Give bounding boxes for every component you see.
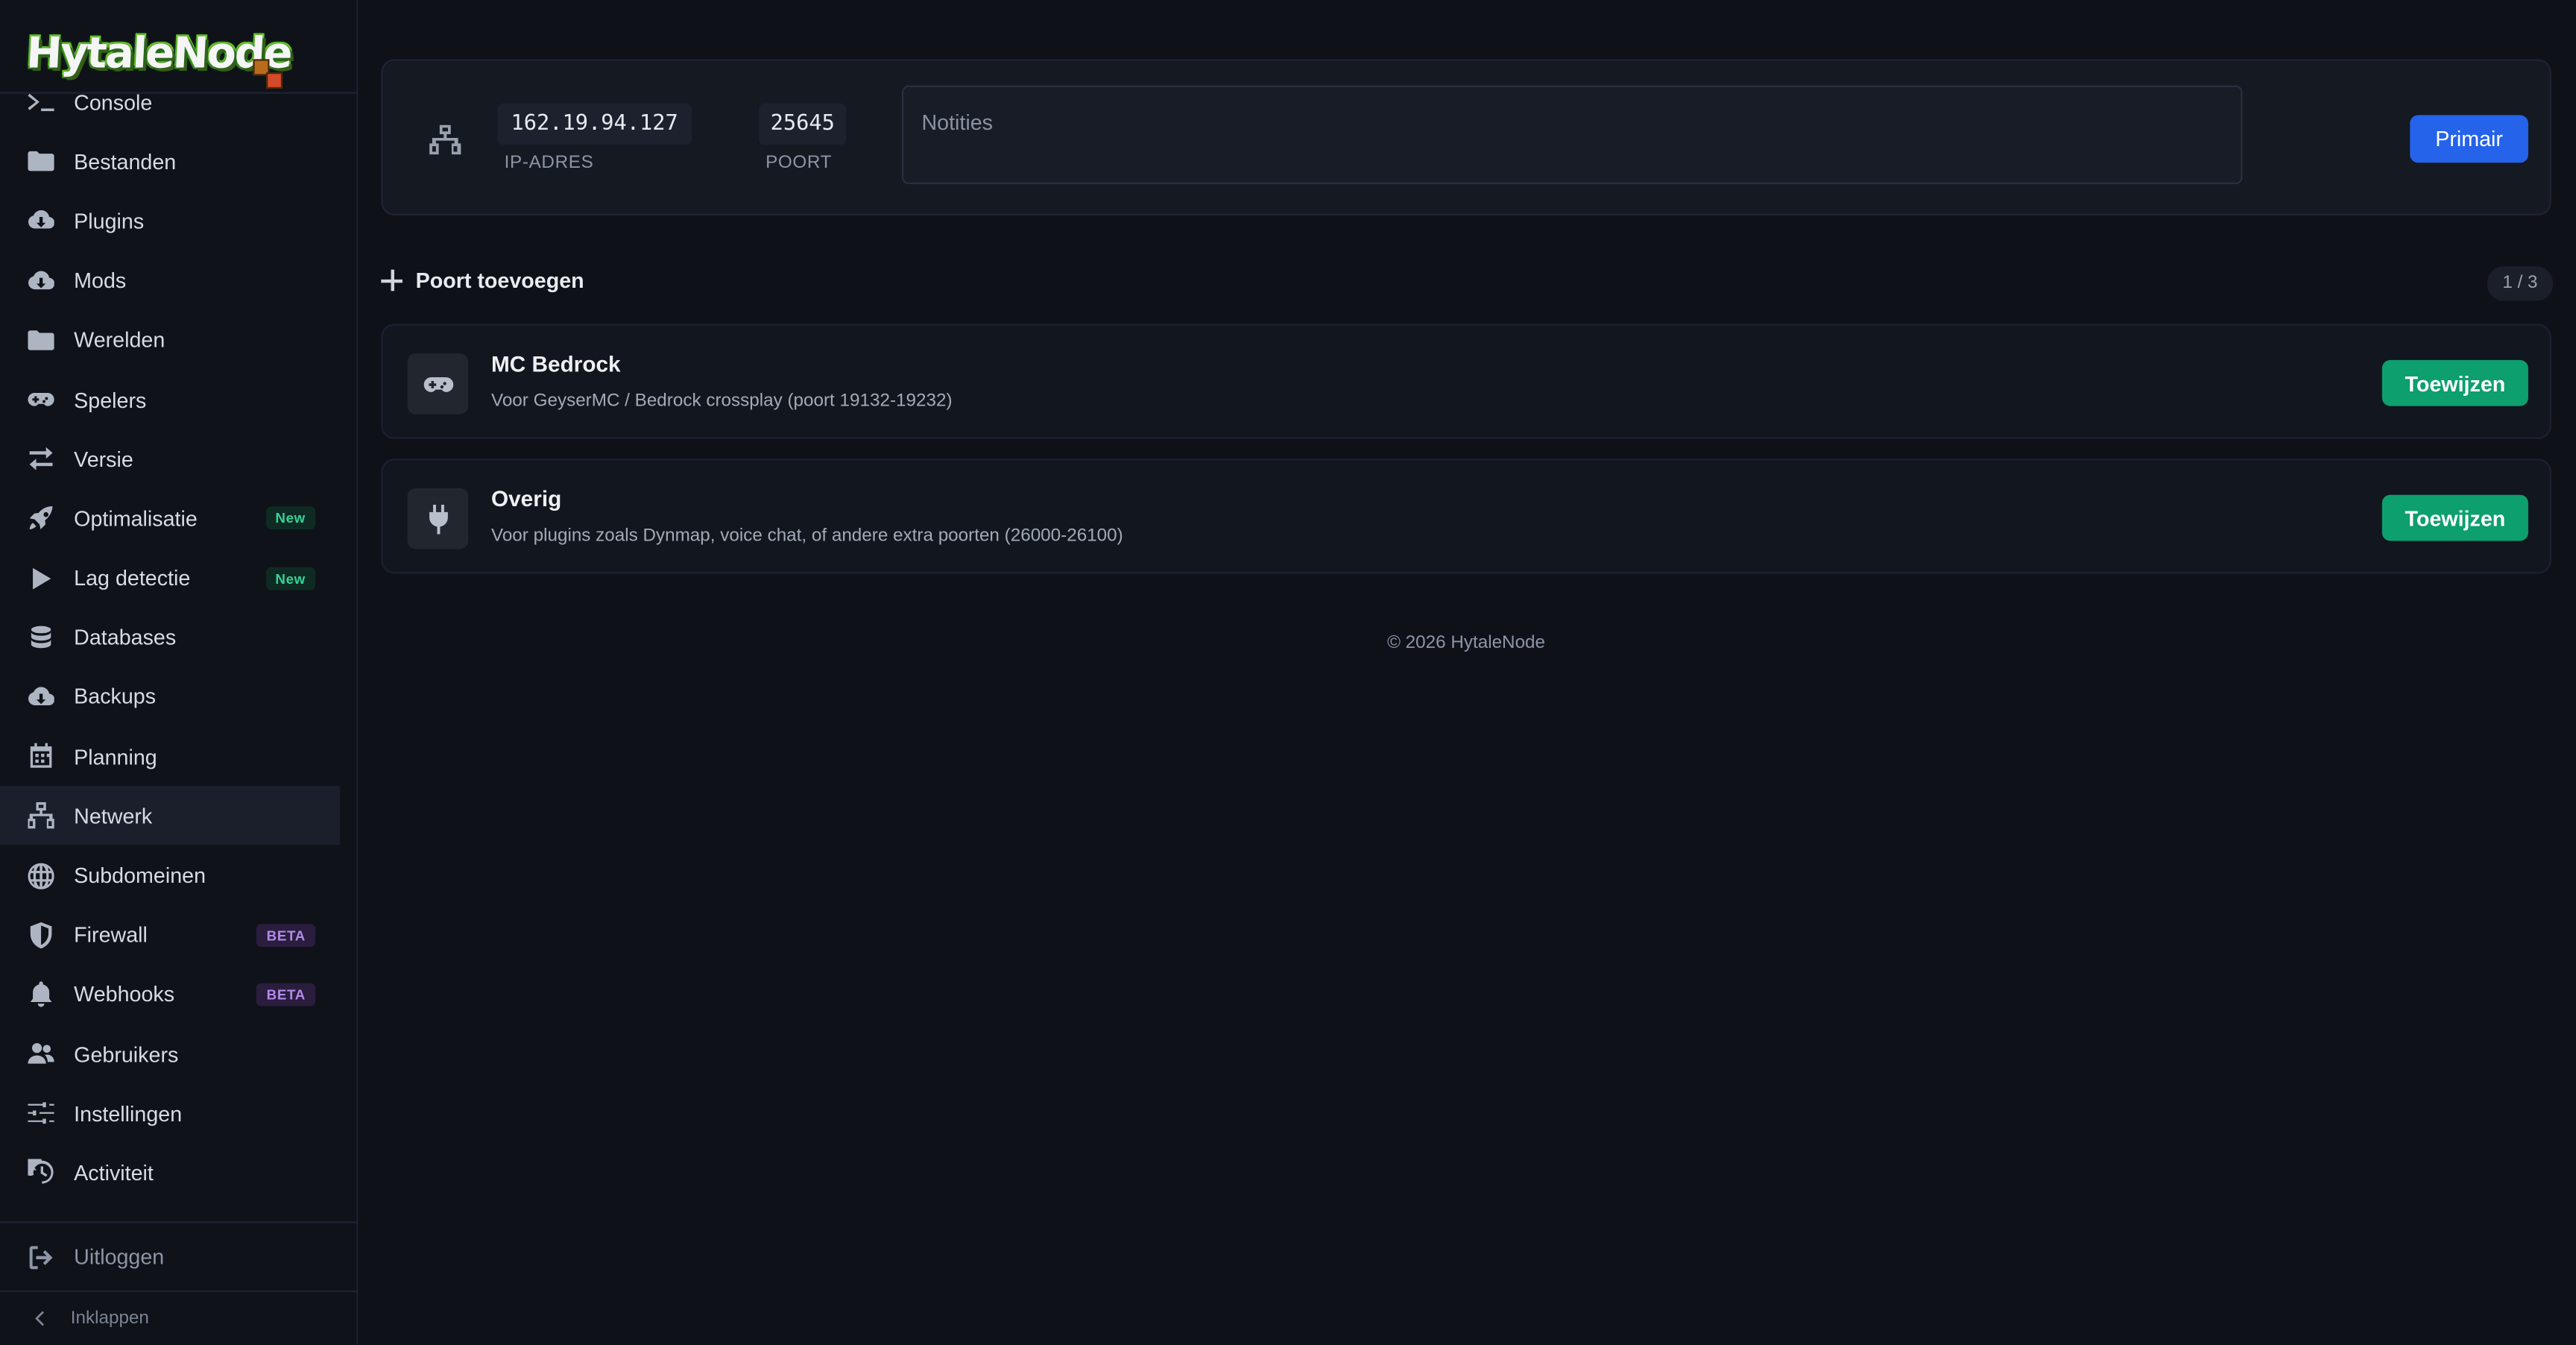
sidebar-item-spelers[interactable]: Spelers [0,370,358,429]
beta-badge: BETA [256,983,316,1007]
port-label: POORT [765,153,833,173]
sidebar-item-label: Plugins [74,208,145,234]
port-counter: 1 / 3 [2487,266,2554,301]
sidebar-item-instellingen[interactable]: Instellingen [0,1084,358,1144]
sidebar-item-label: Bestanden [74,149,177,174]
sidebar: HytaleNode Console Bestanden Plugins Mod… [0,0,359,1345]
new-badge: New [265,566,316,590]
play-icon [26,563,56,593]
chevron-left-icon [30,1308,53,1328]
sidebar-item-label: Gebruikers [74,1042,179,1067]
sidebar-item-label: Mods [74,268,127,293]
sidebar-item-label: Spelers [74,387,147,412]
sidebar-item-webhooks[interactable]: Webhooks BETA [0,965,358,1024]
sidebar-item-plugins[interactable]: Plugins [0,192,358,251]
shield-icon [26,920,56,950]
cloud-download-icon [26,265,56,295]
sidebar-item-label: Werelden [74,327,165,353]
network-icon [26,801,56,831]
sidebar-item-backups[interactable]: Backups [0,667,358,727]
sidebar-item-subdomeinen[interactable]: Subdomeinen [0,845,358,905]
page-footer: © 2026 HytaleNode [1387,632,1546,653]
gamepad-icon [407,353,469,415]
sidebar-nav: Console Bestanden Plugins Mods Werelden … [0,72,358,1203]
sidebar-item-bestanden[interactable]: Bestanden [0,132,358,192]
collapse-label: Inklappen [70,1308,149,1329]
history-icon [26,1158,56,1188]
users-icon [26,1039,56,1069]
port-option-description: Voor plugins zoals Dynmap, voice chat, o… [490,526,1123,546]
sidebar-item-label: Firewall [74,922,148,948]
sidebar-item-gebruikers[interactable]: Gebruikers [0,1024,358,1084]
ip-address-value[interactable]: 162.19.94.127 [497,103,692,145]
swap-icon [26,444,56,474]
cloud-download-icon [26,207,56,236]
sidebar-item-firewall[interactable]: Firewall BETA [0,905,358,965]
sidebar-item-label: Instellingen [74,1100,183,1126]
ip-address-label: IP-ADRES [504,153,594,173]
port-option-description: Voor GeyserMC / Bedrock crossplay (poort… [490,391,953,412]
plus-icon [381,269,402,292]
port-option-card: MC Bedrock Voor GeyserMC / Bedrock cross… [381,324,2551,439]
sidebar-item-label: Versie [74,447,133,472]
sidebar-item-werelden[interactable]: Werelden [0,310,358,370]
plug-icon [407,488,469,549]
sidebar-item-optimalisatie[interactable]: Optimalisatie New [0,489,358,549]
logout-icon [26,1242,56,1272]
logout-label: Uitloggen [74,1244,165,1270]
sidebar-item-mods[interactable]: Mods [0,251,358,310]
rocket-icon [26,504,56,534]
network-icon [429,125,461,155]
assign-button[interactable]: Toewijzen [2381,494,2528,541]
beta-badge: BETA [256,923,316,947]
sidebar-item-label: Subdomeinen [74,863,206,888]
add-port-label: Poort toevoegen [415,268,584,293]
brand-logo[interactable]: HytaleNode [25,10,292,98]
cloud-download-icon [26,682,56,712]
sidebar-item-lag-detectie[interactable]: Lag detectie New [0,548,358,608]
sidebar-item-label: Optimalisatie [74,505,198,532]
folder-icon [26,325,56,355]
sidebar-item-databases[interactable]: Databases [0,608,358,667]
sidebar-item-versie[interactable]: Versie [0,429,358,489]
sidebar-item-netwerk[interactable]: Netwerk [0,786,341,846]
calendar-icon [26,742,56,772]
sidebar-footer: Uitloggen Inklappen [0,1221,359,1345]
logo-block-icon [266,72,283,89]
logout-button[interactable]: Uitloggen [0,1223,359,1293]
port-value[interactable]: 25645 [759,103,847,145]
sidebar-item-planning[interactable]: Planning [0,727,358,787]
port-option-card: Overig Voor plugins zoals Dynmap, voice … [381,459,2551,574]
port-option-title: MC Bedrock [490,351,621,377]
sidebar-item-label: Webhooks [74,982,175,1007]
sidebar-item-label: Lag detectie [74,565,191,590]
globe-icon [26,860,56,890]
new-badge: New [265,507,316,530]
bell-icon [26,980,56,1009]
primary-button[interactable]: Primair [2410,115,2528,163]
sidebar-item-label: Activiteit [74,1160,154,1185]
assign-button[interactable]: Toewijzen [2381,359,2528,406]
notes-input[interactable] [901,85,2243,184]
brand-name: HytaleNode [25,29,293,79]
sidebar-item-label: Databases [74,625,177,650]
port-option-title: Overig [490,486,562,511]
sidebar-item-label: Planning [74,744,157,769]
main-content: 162.19.94.127 IP-ADRES 25645 POORT Prima… [381,0,2554,1345]
add-port-button[interactable]: Poort toevoegen [381,268,584,292]
folder-icon [26,147,56,177]
sidebar-item-activiteit[interactable]: Activiteit [0,1143,358,1203]
collapse-button[interactable]: Inklappen [0,1292,358,1345]
sidebar-item-label: Backups [74,684,157,710]
sidebar-item-label: Netwerk [74,803,153,828]
primary-allocation-card: 162.19.94.127 IP-ADRES 25645 POORT Prima… [381,59,2551,215]
database-icon [26,623,56,652]
sliders-icon [26,1099,56,1129]
gamepad-icon [26,385,56,415]
